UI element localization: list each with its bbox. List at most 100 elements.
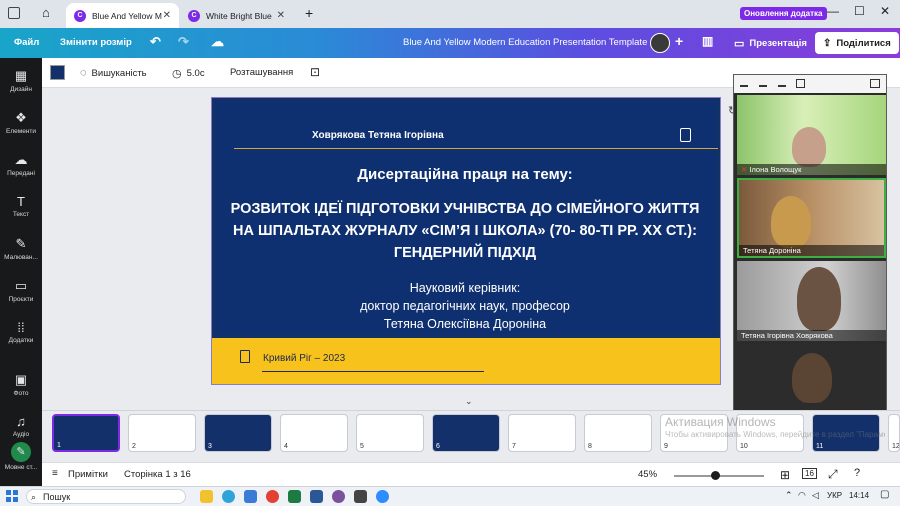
page-thumbnail[interactable]: 2 bbox=[128, 414, 196, 452]
doc-title[interactable]: Blue And Yellow Modern Education Present… bbox=[403, 37, 647, 48]
close-window-icon[interactable]: ✕ bbox=[880, 4, 890, 18]
slide-city-year[interactable]: Кривий Ріг – 2023 bbox=[263, 353, 345, 364]
grid-icon[interactable] bbox=[796, 79, 805, 88]
sidebar-item-label: Додатки bbox=[8, 337, 34, 344]
sidebar-item-text[interactable]: T Текст bbox=[0, 194, 42, 218]
sidebar-item-design[interactable]: ▦ Дизайн bbox=[0, 68, 42, 93]
close-tab-icon[interactable]: ✕ bbox=[163, 10, 171, 21]
resize-button[interactable]: Змінити розмір bbox=[60, 37, 132, 48]
page-thumbnail[interactable]: 5 bbox=[356, 414, 424, 452]
tray-chevron-icon[interactable]: ⌃ bbox=[785, 490, 793, 501]
duration-label: 5.0с bbox=[186, 68, 205, 79]
collapse-chevron-icon[interactable]: ⌄ bbox=[465, 396, 473, 407]
app-icon[interactable] bbox=[354, 490, 367, 503]
sidebar-item-photos[interactable]: ▣ Фото bbox=[0, 372, 42, 397]
fullscreen-icon[interactable]: ⤢ bbox=[828, 467, 838, 482]
page-count-badge[interactable]: 16 bbox=[802, 468, 817, 479]
sidebar-item-elements[interactable]: ❖ Елементи bbox=[0, 110, 42, 135]
page-thumbnail[interactable]: 8 bbox=[584, 414, 652, 452]
slide-topic[interactable]: РОЗВИТОК ІДЕЇ ПІДГОТОВКИ УЧНІВСТВА ДО СІ… bbox=[225, 198, 705, 264]
tab-white-bright[interactable]: C White Bright Blue ✕ bbox=[180, 3, 293, 28]
excel-icon[interactable] bbox=[288, 490, 301, 503]
page-thumbnail[interactable]: 7 bbox=[508, 414, 576, 452]
sidebar-item-magic[interactable]: ✎ Мовне ст... bbox=[0, 442, 42, 471]
present-icon: ▭ bbox=[734, 37, 745, 50]
add-collaborator-icon[interactable]: + bbox=[675, 33, 683, 49]
zoom-slider-knob[interactable] bbox=[710, 471, 720, 480]
notes-button[interactable]: Примітки bbox=[68, 469, 108, 480]
analytics-icon[interactable]: ▥ bbox=[702, 34, 713, 48]
grid-icon[interactable] bbox=[870, 79, 880, 88]
update-app-button[interactable]: Оновлення додатка bbox=[740, 7, 827, 20]
page-thumbnail[interactable]: 4 bbox=[280, 414, 348, 452]
chrome-icon[interactable] bbox=[266, 490, 279, 503]
undo-icon[interactable]: ↶ bbox=[150, 34, 161, 50]
maximize-icon[interactable]: ☐ bbox=[854, 4, 865, 18]
sidebar-item-uploads[interactable]: ☁ Передані bbox=[0, 152, 42, 177]
windows-start-icon[interactable] bbox=[6, 490, 18, 502]
layout-icon[interactable] bbox=[740, 80, 748, 87]
participant-tile[interactable]: Тетяна Ігорівна Ховрякова bbox=[737, 261, 886, 341]
home-icon[interactable]: ⌂ bbox=[42, 5, 50, 20]
slide-topic-label[interactable]: Дисертаційна праця на тему: bbox=[212, 166, 718, 183]
supervisor-name: Тетяна Олексіївна Дороніна bbox=[383, 317, 547, 331]
present-button[interactable]: ▭ Презентація bbox=[726, 32, 815, 54]
magic-icon: ✎ bbox=[11, 442, 31, 462]
help-icon[interactable]: ? bbox=[854, 467, 860, 479]
wifi-icon[interactable]: ◠ bbox=[798, 490, 806, 501]
grid-view-icon[interactable]: ⊞ bbox=[780, 468, 790, 482]
volume-icon[interactable]: ◁ bbox=[812, 490, 819, 501]
sidebar-item-apps[interactable]: ⁞⁞ Додатки bbox=[0, 320, 42, 344]
sidebar-item-audio[interactable]: ♫ Аудіо bbox=[0, 414, 42, 438]
sidebar-item-draw[interactable]: ✎ Малюван... bbox=[0, 236, 42, 261]
sidebar-item-label: Передані bbox=[7, 170, 35, 177]
tab-menu-icon[interactable] bbox=[8, 7, 20, 19]
sidebar-item-label: Дизайн bbox=[10, 86, 32, 93]
notes-icon[interactable]: ≡ bbox=[52, 468, 58, 479]
explorer-icon[interactable] bbox=[200, 490, 213, 503]
participant-tile[interactable]: Тетяна Дороніна bbox=[737, 178, 886, 258]
new-tab-icon[interactable]: + bbox=[305, 5, 313, 21]
file-menu[interactable]: Файл bbox=[14, 37, 39, 48]
transparency-button[interactable]: ◌ Вишуканість bbox=[80, 67, 147, 79]
canva-favicon-icon: C bbox=[74, 9, 86, 22]
store-icon[interactable] bbox=[244, 490, 257, 503]
page-thumbnail[interactable]: 3 bbox=[204, 414, 272, 452]
participant-video bbox=[771, 196, 811, 248]
page-thumbnail[interactable]: 12 bbox=[888, 414, 900, 452]
slide-author[interactable]: Ховрякова Тетяна Ігорівна bbox=[312, 130, 444, 141]
participant-name: Тетяна Дороніна bbox=[739, 245, 884, 256]
upload-icon: ☁ bbox=[14, 152, 28, 167]
layout-icon[interactable] bbox=[778, 80, 786, 87]
notifications-icon[interactable]: ▢ bbox=[880, 489, 889, 500]
taskbar-search[interactable]: ⌕ Пошук bbox=[26, 489, 186, 504]
layout-icon[interactable] bbox=[759, 80, 767, 87]
participant-tile[interactable]: ✕ Ілона Волощук bbox=[737, 95, 886, 175]
slide-supervisor[interactable]: Науковий керівник: доктор педагогічних н… bbox=[212, 279, 718, 333]
redo-icon[interactable]: ↷ bbox=[178, 34, 189, 50]
browser-tab-strip: ⌂ C Blue And Yellow M ✕ C White Bright B… bbox=[0, 0, 900, 28]
clock[interactable]: 14:14 bbox=[849, 491, 869, 500]
page-thumbnail[interactable]: 6 bbox=[432, 414, 500, 452]
duration-button[interactable]: ◷ 5.0с bbox=[172, 67, 205, 80]
avatar[interactable] bbox=[650, 33, 670, 53]
zoom-app-icon[interactable] bbox=[376, 490, 389, 503]
share-button[interactable]: ⇪ Поділитися bbox=[815, 32, 899, 54]
participant-video bbox=[792, 353, 832, 403]
windows-activation-watermark: Активация Windows bbox=[665, 415, 776, 429]
lock-icon[interactable]: ⊡ bbox=[310, 65, 320, 79]
position-button[interactable]: Розташування bbox=[230, 67, 293, 78]
word-icon[interactable] bbox=[310, 490, 323, 503]
minimize-icon[interactable]: — bbox=[827, 4, 839, 18]
tab-blue-yellow[interactable]: C Blue And Yellow M ✕ bbox=[66, 3, 179, 28]
close-tab-icon[interactable]: ✕ bbox=[277, 10, 285, 21]
tab-label: White Bright Blue bbox=[206, 10, 272, 21]
sidebar-item-label: Фото bbox=[13, 390, 29, 397]
viber-icon[interactable] bbox=[332, 490, 345, 503]
zoom-slider[interactable] bbox=[674, 471, 764, 480]
page-thumbnail[interactable]: 1 bbox=[52, 414, 120, 452]
color-swatch[interactable] bbox=[50, 65, 65, 80]
edge-icon[interactable] bbox=[222, 490, 235, 503]
sidebar-item-projects[interactable]: ▭ Проєкти bbox=[0, 278, 42, 303]
language-indicator[interactable]: УКР bbox=[827, 491, 842, 500]
